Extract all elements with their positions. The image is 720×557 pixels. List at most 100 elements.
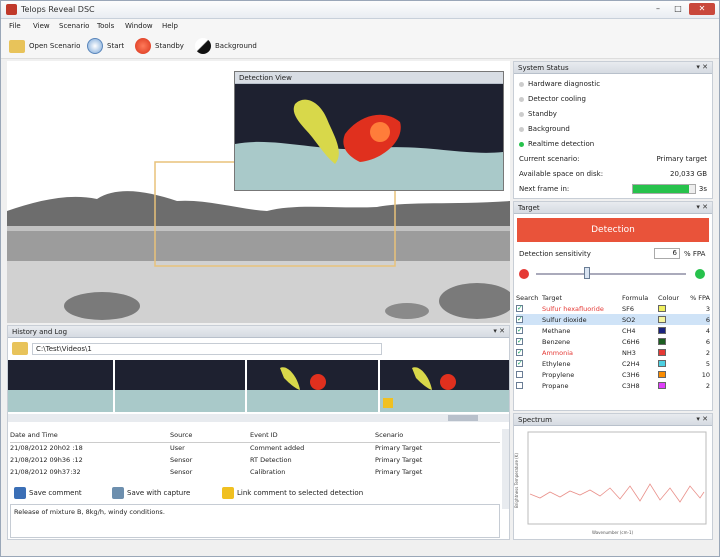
col-event[interactable]: Event ID	[250, 429, 375, 442]
target-row[interactable]: Methane CH4 4	[516, 325, 710, 336]
panel-pin-close-icons[interactable]: ▾ ✕	[696, 415, 708, 423]
sensitivity-unit: % FPA	[684, 250, 706, 258]
status-dot-icon	[519, 96, 524, 102]
target-row[interactable]: Ethylene C2H4 5	[516, 358, 710, 369]
target-formula: SO2	[622, 315, 636, 324]
menu-tools[interactable]: Tools	[97, 22, 114, 30]
save-comment-button[interactable]: Save comment	[14, 486, 82, 500]
status-label: Background	[528, 125, 570, 133]
panel-pin-close-icons[interactable]: ▾ ✕	[493, 327, 505, 335]
scrollbar-thumb[interactable]	[448, 415, 478, 421]
target-fpa: 3	[705, 304, 710, 313]
target-row[interactable]: Ammonia NH3 2	[516, 347, 710, 358]
search-checkbox[interactable]	[516, 380, 542, 391]
increase-sensitivity-icon[interactable]	[695, 269, 705, 279]
cell: Primary Target	[375, 468, 423, 476]
save-icon	[14, 487, 26, 499]
minimize-button[interactable]: –	[649, 3, 667, 15]
colour-swatch[interactable]	[658, 314, 686, 325]
cell: 21/08/2012 09h37:32	[10, 468, 81, 476]
start-button[interactable]: Start	[87, 37, 124, 55]
search-checkbox[interactable]	[516, 336, 542, 347]
standby-icon	[135, 38, 151, 54]
scenario-label: Current scenario:	[519, 155, 580, 163]
target-row[interactable]: Propane C3H8 2	[516, 380, 710, 391]
menu-file[interactable]: File	[9, 22, 21, 30]
target-name: Ethylene	[542, 359, 571, 368]
target-title: Target	[518, 204, 540, 212]
sensitivity-field[interactable]: 6	[654, 248, 680, 259]
slider-thumb[interactable]	[584, 267, 590, 279]
comment-field[interactable]: Release of mixture B, 8kg/h, windy condi…	[10, 504, 500, 538]
history-header: History and Log ▾ ✕	[8, 326, 509, 338]
target-row[interactable]: Sulfur dioxide SO2 6	[516, 314, 710, 325]
search-checkbox[interactable]	[516, 369, 542, 380]
cell: Primary Target	[375, 444, 423, 453]
cell: Sensor	[170, 468, 193, 476]
close-button[interactable]: ✕	[689, 3, 715, 15]
table-row[interactable]: 21/08/2012 09h36 :12 Sensor RT Detection Pr…	[10, 454, 500, 466]
col-source[interactable]: Source	[170, 429, 250, 442]
status-realtime: Realtime detection	[519, 140, 594, 148]
scene-view[interactable]: Detection View	[7, 61, 510, 323]
menu-scenario[interactable]: Scenario	[59, 22, 89, 30]
table-scrollbar[interactable]	[502, 429, 509, 509]
path-field[interactable]: C:\Test\Videos\1	[32, 342, 382, 355]
detection-view-panel: Detection View	[234, 71, 504, 191]
status-label: Standby	[528, 110, 557, 118]
col-date[interactable]: Date and Time	[10, 429, 170, 442]
search-checkbox[interactable]	[516, 325, 542, 336]
detection-indicator: Detection	[517, 218, 709, 242]
panel-pin-close-icons[interactable]: ▾ ✕	[696, 63, 708, 71]
cell: Comment added	[250, 444, 305, 453]
colour-swatch[interactable]	[658, 336, 686, 347]
table-row[interactable]: 21/08/2012 09h37:32 Sensor Calibration Prim…	[10, 466, 500, 478]
target-row[interactable]: Benzene C6H6 6	[516, 336, 710, 347]
menu-view[interactable]: View	[33, 22, 50, 30]
open-scenario-button[interactable]: Open Scenario	[9, 37, 80, 55]
standby-button[interactable]: Standby	[135, 37, 184, 55]
target-row[interactable]: Sulfur hexafluoride SF6 3	[516, 303, 710, 314]
app-icon	[6, 4, 17, 15]
target-fpa: 5	[705, 359, 710, 368]
folder-icon[interactable]	[12, 342, 28, 355]
link-comment-label: Link comment to selected detection	[237, 489, 364, 497]
col-formula: Formula	[622, 293, 649, 302]
history-thumbnails[interactable]	[8, 360, 509, 412]
target-formula: C3H6	[622, 370, 640, 379]
decrease-sensitivity-icon[interactable]	[519, 269, 529, 279]
col-scenario[interactable]: Scenario	[375, 429, 500, 442]
search-checkbox[interactable]	[516, 314, 542, 325]
save-comment-label: Save comment	[29, 489, 82, 497]
target-formula: NH3	[622, 348, 636, 357]
colour-swatch[interactable]	[658, 325, 686, 336]
colour-swatch[interactable]	[658, 303, 686, 314]
target-name: Ammonia	[542, 348, 573, 357]
panel-pin-close-icons[interactable]: ▾ ✕	[696, 203, 708, 211]
sensitivity-label: Detection sensitivity	[519, 250, 591, 258]
col-search: Search	[516, 293, 539, 302]
target-name: Benzene	[542, 337, 571, 346]
search-checkbox[interactable]	[516, 358, 542, 369]
thumbnail-scrollbar[interactable]	[8, 414, 509, 422]
cell: Primary Target	[375, 456, 423, 464]
maximize-button[interactable]: □	[669, 3, 687, 15]
scenario-value: Primary target	[656, 155, 707, 163]
link-icon	[222, 487, 234, 499]
detection-view-title: Detection View	[235, 72, 503, 84]
sensitivity-slider[interactable]	[536, 273, 686, 275]
menu-window[interactable]: Window	[125, 22, 153, 30]
save-capture-button[interactable]: Save with capture	[112, 486, 190, 500]
target-row[interactable]: Propylene C3H6 10	[516, 369, 710, 380]
colour-swatch[interactable]	[658, 347, 686, 358]
colour-swatch[interactable]	[658, 380, 686, 391]
menu-help[interactable]: Help	[162, 22, 178, 30]
search-checkbox[interactable]	[516, 303, 542, 314]
colour-swatch[interactable]	[658, 358, 686, 369]
colour-swatch[interactable]	[658, 369, 686, 380]
link-comment-button[interactable]: Link comment to selected detection	[222, 486, 363, 500]
target-name: Methane	[542, 326, 571, 335]
background-button[interactable]: Background	[195, 37, 257, 55]
search-checkbox[interactable]	[516, 347, 542, 358]
table-row[interactable]: 21/08/2012 20h02 :18 User Comment added Pri…	[10, 442, 500, 454]
